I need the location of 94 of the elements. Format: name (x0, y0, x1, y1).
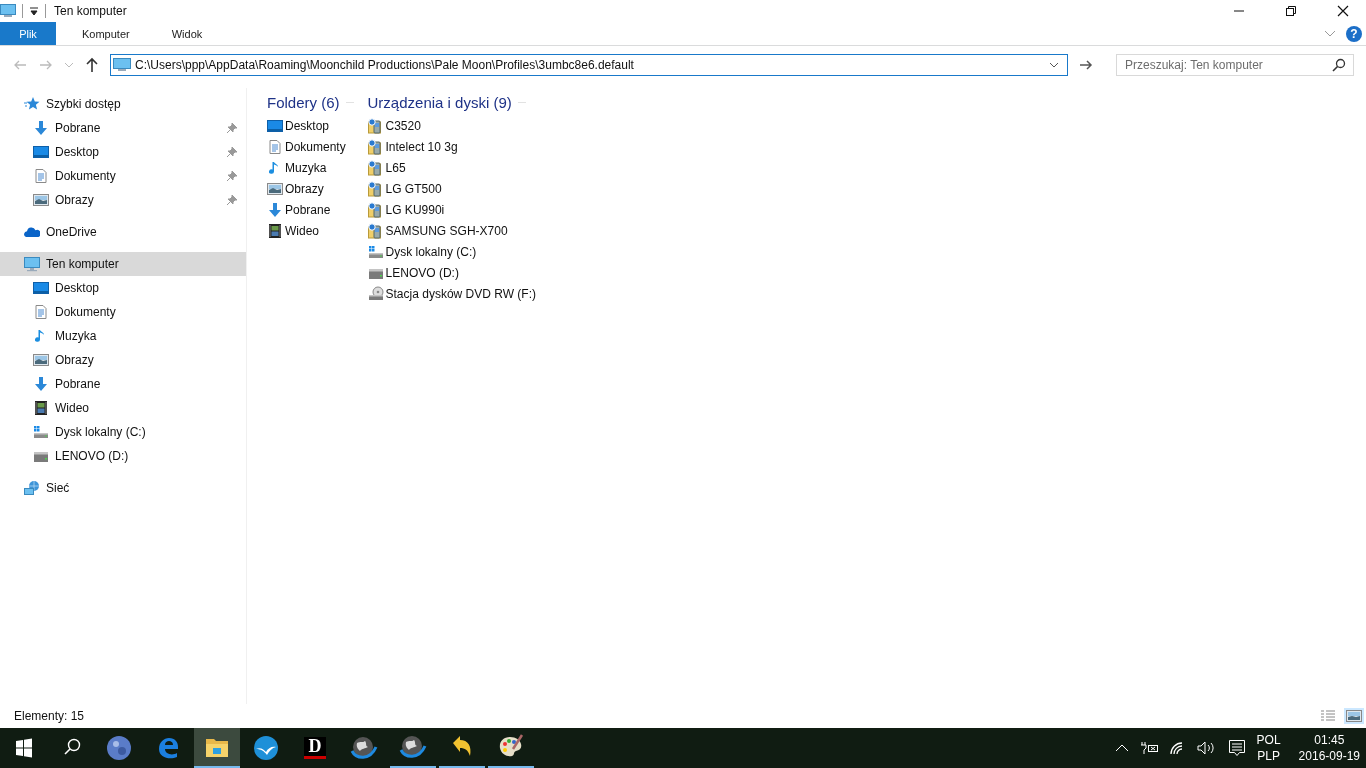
sidebar-item[interactable]: Obrazy (0, 348, 246, 372)
system-drive-icon (33, 424, 49, 440)
sidebar-item[interactable]: Sieć (0, 476, 246, 500)
sidebar-item[interactable]: Pobrane (0, 372, 246, 396)
file-item[interactable]: Dokumenty (267, 136, 354, 157)
globe-icon (350, 735, 378, 761)
volume-icon[interactable] (1196, 741, 1217, 755)
dropdown-icon[interactable] (29, 6, 39, 16)
taskbar-app-button[interactable] (194, 728, 240, 768)
battery-icon[interactable] (1138, 741, 1159, 755)
file-item[interactable]: LG GT500 (367, 178, 536, 199)
input-language-indicator[interactable]: POL PLP (1256, 732, 1281, 764)
down-arrow-icon (33, 120, 49, 136)
pin-icon[interactable] (226, 194, 238, 206)
file-menu-tab[interactable]: Plik (0, 22, 56, 45)
group-header[interactable]: Foldery (6) (267, 93, 340, 111)
phone-icon (367, 201, 384, 218)
chevron-up-icon[interactable] (1114, 743, 1129, 753)
sidebar-item[interactable]: Dokumenty (0, 164, 246, 188)
sidebar-item[interactable]: OneDrive (0, 220, 246, 244)
address-bar[interactable]: C:\Users\ppp\AppData\Roaming\Moonchild Productions\Pale Moon\Profiles\3umbc8e6.default (110, 54, 1068, 76)
file-item[interactable]: Wideo (267, 220, 354, 241)
film-icon (267, 222, 283, 239)
picture-icon (33, 192, 49, 208)
network-icon (24, 480, 40, 496)
phone-icon (367, 222, 384, 239)
phone-icon (367, 159, 384, 176)
sidebar-item[interactable]: Wideo (0, 396, 246, 420)
sidebar-item[interactable]: Muzyka (0, 324, 246, 348)
expand-ribbon-icon[interactable] (1324, 29, 1336, 38)
file-item[interactable]: Dysk lokalny (C:) (367, 241, 536, 262)
sidebar-item[interactable]: Szybki dostęp (0, 92, 246, 116)
document-icon (267, 138, 283, 155)
globe-icon (399, 734, 427, 760)
up-button[interactable] (84, 57, 100, 73)
file-item[interactable]: C3520 (367, 115, 536, 136)
sidebar-item[interactable]: Dysk lokalny (C:) (0, 420, 246, 444)
computer-icon (24, 256, 40, 272)
sidebar-item[interactable]: LENOVO (D:) (0, 444, 246, 468)
ribbon-tab[interactable]: Widok (155, 22, 219, 45)
moon-icon (106, 735, 132, 761)
browser-e-icon (156, 736, 180, 760)
dvd-drive-icon (367, 285, 384, 302)
down-arrow-icon (267, 201, 283, 218)
large-icons-view-button[interactable] (1344, 708, 1364, 724)
notifications-icon[interactable] (1226, 738, 1247, 758)
sidebar-item[interactable]: Desktop (0, 140, 246, 164)
search-icon (1332, 58, 1346, 72)
group-header[interactable]: Urządzenia i dyski (9) (367, 93, 512, 111)
chevron-down-icon[interactable] (1049, 61, 1059, 69)
computer-icon[interactable] (0, 4, 16, 18)
sidebar-item[interactable]: Ten komputer (0, 252, 246, 276)
ribbon-tab[interactable]: Komputer (66, 22, 146, 45)
window-title: Ten komputer (54, 4, 127, 18)
picture-icon (267, 180, 283, 197)
monitor-folder-icon (33, 280, 49, 296)
document-icon (33, 168, 49, 184)
file-item[interactable]: Desktop (267, 115, 354, 136)
file-item[interactable]: Pobrane (267, 199, 354, 220)
phone-icon (367, 117, 384, 134)
sidebar-item[interactable]: Obrazy (0, 188, 246, 212)
star-icon (24, 96, 40, 112)
monitor-folder-icon (267, 117, 283, 134)
clock[interactable]: 01:45 2016-09-19 (1298, 732, 1360, 764)
picture-icon (33, 352, 49, 368)
sidebar-item[interactable]: Dokumenty (0, 300, 246, 324)
system-drive-icon (367, 243, 384, 260)
pin-icon[interactable] (226, 146, 238, 158)
computer-icon (113, 58, 131, 72)
file-item[interactable]: L65 (367, 157, 536, 178)
pin-icon[interactable] (226, 170, 238, 182)
file-item[interactable]: LG KU990i (367, 199, 536, 220)
file-item[interactable]: LENOVO (D:) (367, 262, 536, 283)
film-icon (33, 400, 49, 416)
taskbar-app-button[interactable]: D (292, 728, 338, 768)
document-icon (33, 304, 49, 320)
file-item[interactable]: Intelect 10 3g (367, 136, 536, 157)
letter-logo-icon: D (304, 737, 326, 759)
item-count: Elementy: 15 (14, 709, 85, 723)
monitor-folder-icon (33, 144, 49, 160)
file-item[interactable]: SAMSUNG SGH-X700 (367, 220, 536, 241)
pin-icon[interactable] (226, 122, 238, 134)
phone-icon (367, 180, 384, 197)
file-item[interactable]: Muzyka (267, 157, 354, 178)
down-arrow-icon (33, 376, 49, 392)
file-item[interactable]: Obrazy (267, 178, 354, 199)
search-field[interactable]: Przeszukaj: Ten komputer (1116, 54, 1354, 76)
sidebar-item[interactable]: Pobrane (0, 116, 246, 140)
phone-icon (367, 138, 384, 155)
folder-icon (205, 736, 229, 758)
bird-icon (253, 735, 279, 761)
help-button[interactable]: ? (1346, 25, 1362, 42)
sidebar-item[interactable]: Desktop (0, 276, 246, 300)
file-item[interactable]: Stacja dysków DVD RW (F:) (367, 283, 536, 304)
